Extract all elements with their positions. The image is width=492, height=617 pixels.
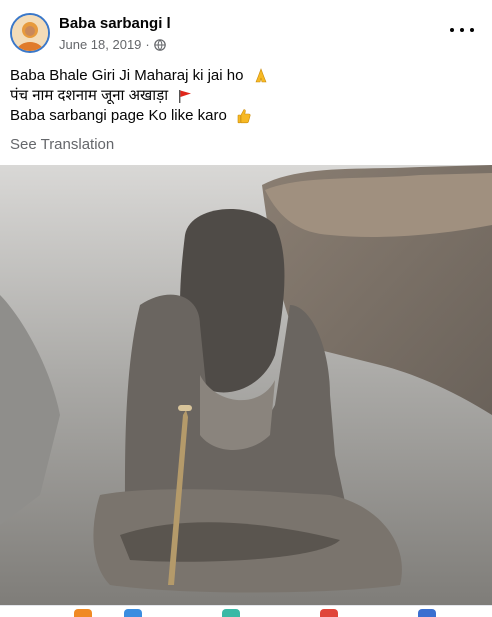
post-date[interactable]: June 18, 2019 [59, 37, 141, 52]
reaction-icon [222, 609, 240, 617]
dot-icon [450, 28, 454, 32]
post-line-text: Baba Bhale Giri Ji Maharaj ki jai ho [10, 67, 244, 84]
post-photo[interactable] [0, 165, 492, 605]
ash-covered-sadhu-photo [0, 165, 492, 605]
meta-separator: · [145, 37, 150, 52]
post-line-text: पंच नाम दशनाम जूना अखाड़ा [10, 87, 169, 104]
post-line: Baba sarbangi page Ko like karo [10, 106, 269, 126]
reaction-icon [124, 609, 142, 617]
avatar-image [12, 15, 48, 51]
dot-icon [460, 28, 464, 32]
red-flag-icon [179, 90, 192, 104]
author-name[interactable]: Baba sarbangi l [59, 15, 171, 32]
more-options-icon[interactable] [450, 22, 474, 38]
see-translation-link[interactable]: See Translation [10, 136, 114, 153]
author-avatar[interactable] [10, 13, 50, 53]
reaction-icon [320, 609, 338, 617]
post-header: Baba sarbangi l June 18, 2019 · [0, 0, 492, 64]
bottom-reactions-strip [0, 605, 492, 617]
post-line: Baba Bhale Giri Ji Maharaj ki jai ho [10, 66, 269, 86]
thumbs-up-icon [237, 109, 251, 124]
reaction-icon [74, 609, 92, 617]
post-line-text: Baba sarbangi page Ko like karo [10, 107, 227, 124]
reaction-icon [418, 609, 436, 617]
globe-icon [153, 38, 166, 51]
post-meta: June 18, 2019 · [59, 37, 166, 52]
post-text: Baba Bhale Giri Ji Maharaj ki jai ho पंच… [10, 66, 269, 126]
post-line: पंच नाम दशनाम जूना अखाड़ा [10, 86, 269, 106]
dot-icon [470, 28, 474, 32]
folded-hands-icon [255, 68, 267, 83]
